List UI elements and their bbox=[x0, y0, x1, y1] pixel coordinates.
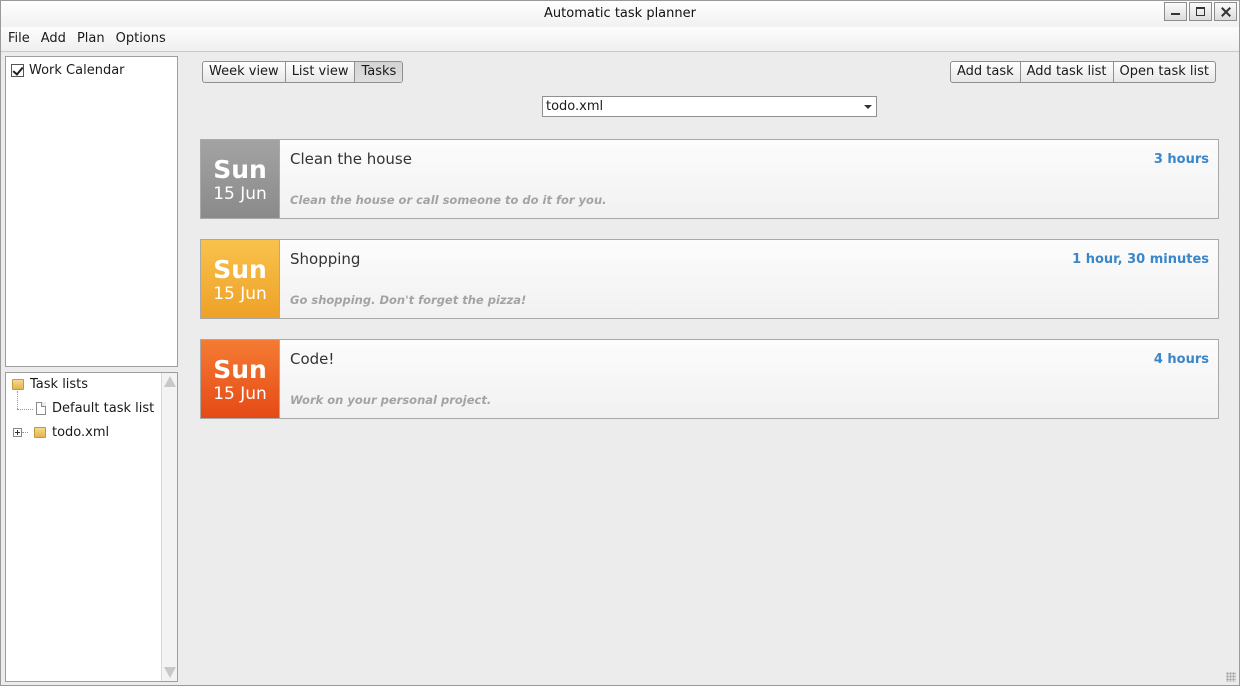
tree-root-label: Task lists bbox=[30, 377, 89, 392]
tree-connector bbox=[17, 409, 33, 410]
window-title: Automatic task planner bbox=[544, 6, 696, 21]
task-description: Work on your personal project. bbox=[290, 393, 492, 407]
date-badge: Sun 15 Jun bbox=[201, 340, 280, 418]
tree-connector bbox=[22, 432, 28, 433]
tree-connector bbox=[17, 391, 18, 409]
task-card[interactable]: Sun 15 Jun Clean the house 3 hours Clean… bbox=[200, 139, 1219, 219]
date-day: Sun bbox=[213, 255, 267, 284]
add-task-list-button[interactable]: Add task list bbox=[1021, 62, 1114, 82]
task-card[interactable]: Sun 15 Jun Code! 4 hours Work on your pe… bbox=[200, 339, 1219, 419]
week-view-button[interactable]: Week view bbox=[203, 62, 286, 82]
task-duration: 4 hours bbox=[1153, 352, 1209, 367]
expand-icon[interactable] bbox=[13, 428, 22, 437]
menu-options[interactable]: Options bbox=[116, 27, 173, 51]
file-icon bbox=[36, 402, 46, 415]
resize-grip-icon[interactable] bbox=[1226, 672, 1236, 682]
task-list-select[interactable]: todo.xml bbox=[542, 96, 877, 117]
open-task-list-button[interactable]: Open task list bbox=[1114, 62, 1215, 82]
chevron-down-icon bbox=[864, 105, 872, 109]
task-title: Clean the house bbox=[290, 150, 412, 168]
task-title: Shopping bbox=[290, 250, 361, 268]
task-description: Clean the house or call someone to do it… bbox=[290, 193, 607, 207]
task-list-select-value: todo.xml bbox=[546, 99, 604, 114]
maximize-button[interactable] bbox=[1189, 2, 1212, 21]
app-window: Automatic task planner File Add Plan Opt… bbox=[0, 0, 1240, 686]
calendar-item-work[interactable]: Work Calendar bbox=[11, 63, 125, 78]
close-icon bbox=[1215, 3, 1236, 20]
date-date: 15 Jun bbox=[213, 284, 267, 304]
minimize-icon bbox=[1165, 3, 1186, 20]
menu-add[interactable]: Add bbox=[41, 27, 73, 51]
date-day: Sun bbox=[213, 155, 267, 184]
date-date: 15 Jun bbox=[213, 384, 267, 404]
menu-plan[interactable]: Plan bbox=[77, 27, 112, 51]
maximize-icon bbox=[1190, 3, 1211, 20]
tree-item-label: todo.xml bbox=[52, 425, 110, 440]
calendar-checkbox[interactable] bbox=[11, 64, 24, 77]
folder-icon bbox=[12, 379, 24, 390]
tasks-view-button[interactable]: Tasks bbox=[355, 62, 403, 82]
calendar-list-panel: Work Calendar bbox=[5, 56, 178, 367]
add-task-button[interactable]: Add task bbox=[951, 62, 1021, 82]
list-view-button[interactable]: List view bbox=[286, 62, 356, 82]
task-list-tree: Task lists Default task list todo.xml bbox=[5, 372, 178, 682]
task-duration: 1 hour, 30 minutes bbox=[1072, 252, 1209, 267]
menu-file[interactable]: File bbox=[8, 27, 37, 51]
tree-root-task-lists[interactable]: Task lists bbox=[12, 377, 88, 392]
scroll-up-icon[interactable] bbox=[164, 376, 176, 387]
close-button[interactable] bbox=[1214, 2, 1237, 21]
date-badge: Sun 15 Jun bbox=[201, 140, 280, 218]
scroll-down-icon[interactable] bbox=[164, 667, 176, 678]
minimize-button[interactable] bbox=[1164, 2, 1187, 21]
tree-item-label: Default task list bbox=[52, 401, 155, 416]
task-duration: 3 hours bbox=[1153, 152, 1209, 167]
task-card[interactable]: Sun 15 Jun Shopping 1 hour, 30 minutes G… bbox=[200, 239, 1219, 319]
folder-icon bbox=[34, 427, 46, 438]
calendar-label: Work Calendar bbox=[29, 63, 125, 78]
window-controls bbox=[1164, 2, 1237, 21]
view-switcher: Week view List view Tasks bbox=[202, 61, 404, 83]
date-day: Sun bbox=[213, 355, 267, 384]
tree-item-default-task-list[interactable]: Default task list bbox=[36, 401, 154, 416]
date-date: 15 Jun bbox=[213, 184, 267, 204]
task-actions: Add task Add task list Open task list bbox=[949, 61, 1216, 83]
task-description: Go shopping. Don't forget the pizza! bbox=[290, 293, 527, 307]
title-bar[interactable]: Automatic task planner bbox=[1, 1, 1239, 27]
date-badge: Sun 15 Jun bbox=[201, 240, 280, 318]
tree-scrollbar[interactable] bbox=[161, 373, 177, 681]
task-title: Code! bbox=[290, 350, 335, 368]
menu-bar: File Add Plan Options bbox=[1, 27, 1239, 52]
tree-item-todo-xml[interactable]: todo.xml bbox=[13, 425, 109, 440]
